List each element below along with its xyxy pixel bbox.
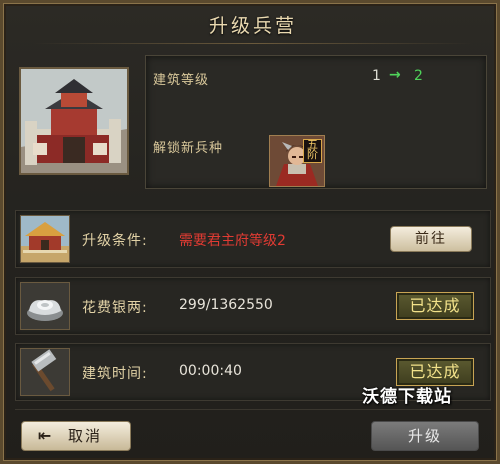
build-time-value: 00:00:40 (179, 363, 242, 379)
condition-row-silver: 花费银两: 299/1362550 已达成 (15, 277, 491, 335)
current-level: 1 (372, 68, 381, 84)
unlocked-unit-card[interactable]: 五阶 (269, 135, 325, 187)
requirement-label: 升级条件: (82, 233, 148, 249)
upgrade-dialog: 升级兵营 建筑等级 1 → 2 解锁新兵种 五阶 升级条件: 需要君主府等级2 … (0, 0, 500, 464)
footer-divider (15, 409, 491, 410)
building-level-label: 建筑等级 (153, 73, 210, 88)
cancel-label: 取消 (68, 427, 103, 445)
build-time-label: 建筑时间: (82, 366, 148, 382)
requirement-value: 需要君主府等级2 (179, 233, 286, 249)
condition-row-requirement: 升级条件: 需要君主府等级2 前往 (15, 210, 491, 268)
silver-status-badge: 已达成 (396, 292, 474, 320)
unlock-unit-label: 解锁新兵种 (153, 141, 224, 156)
silver-cost-value: 299/1362550 (179, 297, 273, 313)
watermark-text: 沃德下载站 (362, 387, 452, 407)
hammer-icon (20, 348, 70, 396)
unit-tier-badge: 五阶 (303, 139, 322, 163)
go-to-button[interactable]: 前往 (390, 226, 472, 252)
title-divider (33, 43, 473, 44)
palace-icon (20, 215, 70, 263)
barracks-portrait (19, 67, 129, 175)
silver-ingot-icon (20, 282, 70, 330)
cancel-button[interactable]: ⇤ 取消 (21, 421, 131, 451)
dialog-title: 升级兵营 (208, 15, 297, 37)
upgrade-button[interactable]: 升级 (371, 421, 479, 451)
silver-cost-label: 花费银两: (82, 300, 148, 316)
next-level: 2 (414, 68, 423, 84)
level-arrow-icon: → (389, 67, 401, 83)
back-arrow-icon: ⇤ (38, 426, 54, 445)
